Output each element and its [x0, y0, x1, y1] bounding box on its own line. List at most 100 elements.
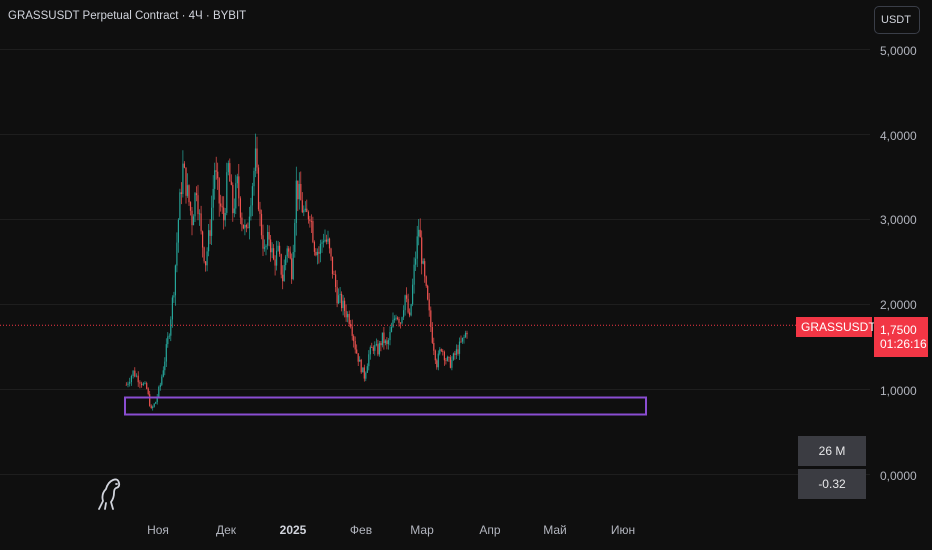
- candle-body: [372, 347, 374, 351]
- candle-body: [368, 354, 370, 367]
- candle-body: [306, 208, 308, 212]
- candle-body: [217, 171, 219, 179]
- candle-body: [233, 208, 235, 214]
- candle-body: [235, 183, 237, 209]
- candle-body: [363, 367, 365, 379]
- candle-body: [199, 213, 201, 215]
- dinosaur-icon[interactable]: [94, 476, 124, 512]
- candle-body: [321, 242, 323, 244]
- candle-body: [221, 206, 223, 208]
- x-tick-label-year: 2025: [279, 523, 307, 537]
- candle-body: [327, 238, 329, 242]
- candle-body: [386, 340, 388, 345]
- x-tick-label: Дек: [215, 523, 237, 537]
- candle-body: [268, 232, 270, 240]
- candle-body: [371, 347, 373, 348]
- candle-body: [257, 167, 260, 210]
- candle-body: [348, 314, 350, 324]
- candle-body: [309, 219, 311, 221]
- candle-body: [328, 238, 331, 249]
- candle-body: [192, 216, 195, 226]
- candle-body: [399, 322, 402, 324]
- candle-body: [185, 167, 187, 196]
- candle-body: [330, 248, 332, 257]
- candle-body: [392, 319, 394, 327]
- candle-body: [439, 349, 441, 354]
- candle-body: [342, 300, 344, 309]
- candle-body: [351, 326, 353, 336]
- candle-body: [366, 366, 368, 373]
- candle-body: [259, 209, 261, 214]
- candle-body: [336, 287, 338, 304]
- candle-body: [224, 213, 226, 221]
- candle-body: [383, 332, 385, 344]
- volume-value: 26 M: [818, 444, 846, 458]
- chart-area[interactable]: GRASSUSDT Perpetual Contract · 4Ч · BYBI…: [0, 0, 932, 550]
- candle-body: [416, 236, 418, 259]
- candle-body: [315, 251, 317, 256]
- x-tick-label: Ноя: [147, 523, 169, 537]
- support-zone-box[interactable]: [124, 396, 647, 416]
- y-tick-label: 2,0000: [880, 298, 917, 312]
- candle-body: [389, 332, 391, 341]
- candle-body: [205, 261, 207, 266]
- candle-body: [256, 148, 258, 168]
- candle-body: [395, 317, 397, 319]
- candle-body: [271, 248, 273, 253]
- candle-body: [424, 261, 426, 277]
- candle-body: [277, 245, 279, 251]
- candle-body: [347, 314, 349, 318]
- candle-body: [289, 251, 291, 259]
- candle-body: [440, 349, 442, 351]
- y-tick-label: 0,0000: [880, 469, 917, 483]
- candle-body: [135, 375, 138, 377]
- candle-body: [300, 184, 302, 201]
- candle-body: [457, 349, 459, 354]
- y-tick-label: 3,0000: [880, 213, 917, 227]
- candle-body: [283, 265, 285, 282]
- candle-body: [418, 229, 420, 237]
- candle-body: [260, 213, 263, 236]
- candle-body: [318, 251, 320, 254]
- candle-body: [303, 210, 305, 213]
- candle-body: [422, 261, 424, 264]
- candle-body: [183, 163, 185, 168]
- x-tick-label: Июн: [610, 523, 636, 537]
- candle-body: [451, 359, 453, 368]
- y-tick-label: 1,0000: [880, 384, 917, 398]
- volume-label: 26 M: [798, 436, 866, 466]
- candle-body: [229, 163, 231, 182]
- candle-body: [248, 216, 250, 229]
- candle-body: [445, 360, 447, 362]
- candle-body: [431, 327, 433, 343]
- candle-body: [307, 212, 309, 220]
- candle-body: [338, 295, 340, 304]
- candle-body: [173, 295, 175, 298]
- candle-body: [436, 360, 438, 368]
- candle-body: [209, 230, 211, 236]
- candle-body: [144, 383, 146, 384]
- candle-body: [208, 230, 210, 252]
- candle-body: [333, 274, 335, 275]
- candle-body: [214, 170, 216, 189]
- candle-body: [141, 383, 143, 386]
- last-price-tag[interactable]: 1,7500 01:26:16: [874, 317, 928, 357]
- candle-body: [202, 231, 204, 248]
- symbol-price-tag[interactable]: GRASSUSDT.P: [796, 317, 886, 337]
- candle-body: [280, 254, 282, 275]
- candle-body: [427, 285, 429, 300]
- candle-body: [409, 312, 411, 316]
- candle-body: [316, 251, 318, 256]
- candle-body: [134, 370, 136, 377]
- candle-body: [312, 221, 314, 243]
- candle-body: [377, 344, 379, 355]
- candle-body: [335, 274, 337, 287]
- candle-body: [179, 192, 181, 220]
- candle-body: [263, 247, 266, 249]
- candle-body: [295, 180, 297, 223]
- candle-body: [212, 188, 214, 208]
- candle-body: [419, 229, 421, 238]
- x-tick-label: Фев: [349, 523, 373, 537]
- price-chart[interactable]: [0, 0, 932, 550]
- currency-button[interactable]: USDT: [874, 6, 920, 34]
